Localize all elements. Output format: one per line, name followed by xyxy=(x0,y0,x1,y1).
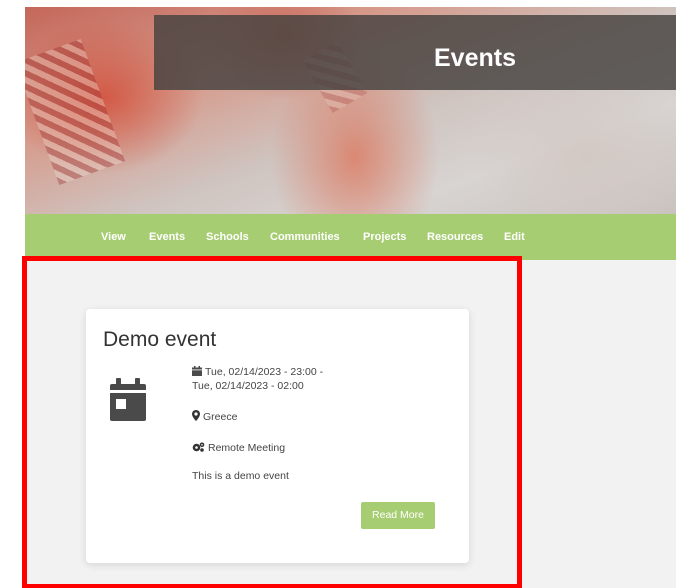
highlight-frame xyxy=(22,256,522,588)
page-title: Events xyxy=(434,44,516,72)
tab-edit[interactable]: Edit xyxy=(504,231,525,244)
tab-communities[interactable]: Communities xyxy=(270,231,340,244)
tab-projects[interactable]: Projects xyxy=(363,231,406,244)
tab-view[interactable]: View xyxy=(101,231,126,244)
tab-navigation-bar: View Events Schools Communities Projects… xyxy=(25,214,676,260)
tab-schools[interactable]: Schools xyxy=(206,231,249,244)
hero-banner: Events xyxy=(25,7,676,215)
page: Events View Events Schools Communities P… xyxy=(0,0,676,588)
tab-events[interactable]: Events xyxy=(149,231,185,244)
hero-image-detail xyxy=(25,38,126,186)
hero-title-panel xyxy=(154,15,676,90)
tab-resources[interactable]: Resources xyxy=(427,231,483,244)
